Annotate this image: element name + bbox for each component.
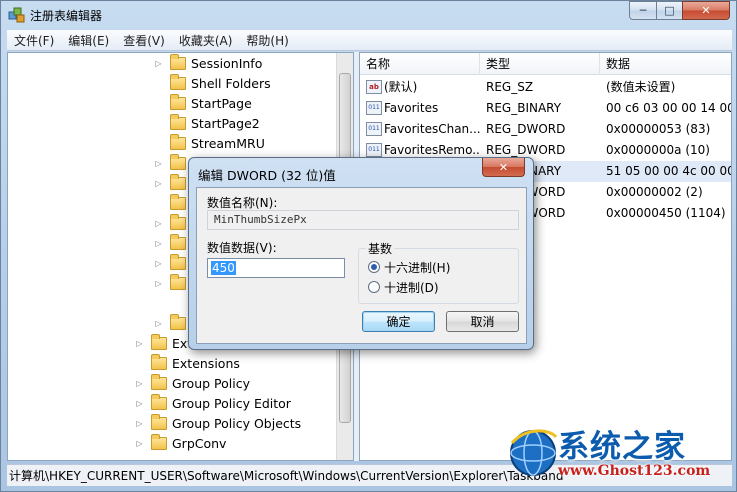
expand-arrow-icon[interactable]: ▷ [154,319,163,328]
expand-arrow-icon[interactable]: ▷ [154,159,163,168]
edit-dword-dialog: 编辑 DWORD (32 位)值 ✕ 数值名称(N): MinThumbSize… [188,157,534,350]
expand-arrow-icon[interactable]: ▷ [135,339,144,348]
registry-editor-window: 注册表编辑器 ─ □ ✕ 文件(F) 编辑(E) 查看(V) 收藏夹(A) 帮助… [0,0,737,492]
list-item[interactable]: 011 Favorites REG_BINARY 00 c6 03 00 00 … [360,98,731,119]
folder-icon [170,153,186,170]
binary-value-icon: 011 [366,101,382,115]
tree-item[interactable]: ▷ Ext [135,333,192,353]
close-button[interactable]: ✕ [682,1,730,20]
folder-icon [170,133,186,150]
tree-item[interactable]: StartPage2 [154,113,260,133]
tree-item[interactable]: Shell Folders [154,73,271,93]
expand-arrow-icon[interactable]: ▷ [135,439,144,448]
base-group-title: 基数 [366,240,395,257]
ok-button[interactable]: 确定 [362,311,435,332]
menu-edit[interactable]: 编辑(E) [61,32,116,49]
tree-item[interactable]: ▷ GrpConv [135,433,226,453]
column-header-name[interactable]: 名称 [360,53,480,75]
minimize-button[interactable]: ─ [629,1,657,20]
column-header-type[interactable]: 类型 [480,53,600,75]
expand-arrow-icon[interactable]: ▷ [154,179,163,188]
binary-value-icon: 011 [366,143,382,157]
cancel-button[interactable]: 取消 [446,311,519,332]
window-title: 注册表编辑器 [30,9,103,23]
folder-icon [170,233,186,250]
tree-item[interactable]: StartPage [154,93,252,113]
expand-arrow-icon[interactable]: ▷ [154,259,163,268]
folder-icon [170,93,186,110]
dialog-body: 数值名称(N): MinThumbSizePx 数值数据(V): 450 基数 … [196,187,527,344]
watermark-url: www.Ghost123.com [558,463,711,479]
value-data-label: 数值数据(V): [207,241,277,255]
tree-item[interactable]: ▷ Group Policy [135,373,250,393]
folder-icon [170,273,186,290]
column-header-data[interactable]: 数据 [600,53,731,75]
folder-icon [170,53,186,70]
menu-view[interactable]: 查看(V) [116,32,172,49]
folder-icon [151,373,167,390]
tree-item[interactable]: ▷ SessionInfo [154,53,262,73]
hex-radio[interactable] [368,261,380,273]
watermark-logo: 系统之家 www.Ghost123.com [506,421,734,487]
folder-icon [170,253,186,270]
string-value-icon: ab [366,80,382,94]
value-data-text: 450 [211,261,236,275]
dialog-title: 编辑 DWORD (32 位)值 [198,168,336,183]
folder-icon [151,353,167,370]
list-item[interactable]: ab (默认) REG_SZ (数值未设置) [360,77,731,98]
list-header: 名称 类型 数据 [360,53,731,75]
value-name-field: MinThumbSizePx [207,210,519,230]
folder-icon [151,333,167,350]
dec-radio[interactable] [368,281,380,293]
dialog-close-button[interactable]: ✕ [482,158,525,177]
maximize-button[interactable]: □ [656,1,683,20]
folder-icon [170,213,186,230]
folder-icon [170,173,186,190]
dec-radio-label: 十进制(D) [384,280,439,295]
hex-radio-option[interactable]: 十六进制(H) [368,259,450,275]
hex-radio-label: 十六进制(H) [384,260,451,275]
registry-editor-icon [8,7,25,23]
expand-arrow-icon[interactable]: ▷ [154,279,163,288]
watermark-brand: 系统之家 [558,429,686,465]
globe-logo-icon [510,429,558,476]
base-group: 基数 十六进制(H) 十进制(D) [358,240,519,304]
expand-arrow-icon[interactable]: ▷ [135,379,144,388]
list-item[interactable]: 011 FavoritesChan... REG_DWORD 0x0000005… [360,119,731,140]
folder-icon [170,193,186,210]
tree-item[interactable]: StreamMRU [154,133,265,153]
tree-item[interactable]: Extensions [135,353,240,373]
expand-arrow-icon[interactable]: ▷ [154,239,163,248]
folder-icon [151,433,167,450]
value-data-input[interactable]: 450 [207,258,345,278]
binary-value-icon: 011 [366,122,382,136]
expand-arrow-icon[interactable]: ▷ [154,219,163,228]
menu-favorites[interactable]: 收藏夹(A) [172,32,240,49]
tree-item[interactable]: ▷ Group Policy Objects [135,413,301,433]
folder-icon [170,113,186,130]
menu-bar: 文件(F) 编辑(E) 查看(V) 收藏夹(A) 帮助(H) [7,30,732,51]
title-bar[interactable]: 注册表编辑器 ─ □ ✕ [1,1,736,29]
expand-arrow-icon[interactable]: ▷ [135,399,144,408]
dec-radio-option[interactable]: 十进制(D) [368,279,439,295]
menu-help[interactable]: 帮助(H) [239,32,295,49]
expand-arrow-icon[interactable]: ▷ [135,419,144,428]
folder-icon [151,413,167,430]
tree-item[interactable]: ▷ Group Policy Editor [135,393,291,413]
folder-icon [151,393,167,410]
folder-icon [170,313,186,330]
menu-file[interactable]: 文件(F) [7,32,61,49]
folder-icon [170,73,186,90]
expand-arrow-icon[interactable]: ▷ [154,59,163,68]
value-name-label: 数值名称(N): [207,196,278,210]
